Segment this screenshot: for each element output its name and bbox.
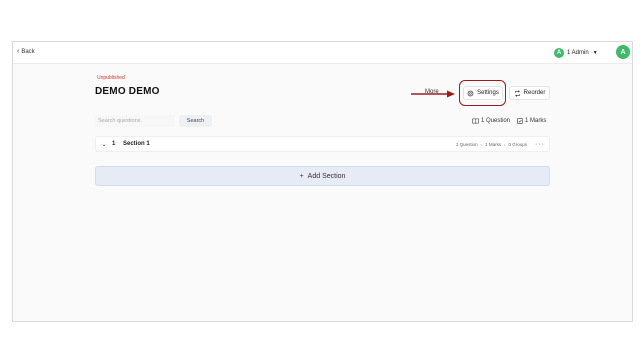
chevron-down-icon[interactable]: ⌄ <box>96 141 112 148</box>
annotation-arrow <box>411 90 455 98</box>
section-question-count: 1 Question <box>455 141 478 147</box>
avatar: A <box>554 48 564 58</box>
search-button[interactable]: Search <box>179 115 212 127</box>
question-count: 1 Question <box>472 118 510 124</box>
back-label: Back <box>21 48 35 55</box>
reorder-label: Reorder <box>523 90 546 96</box>
marks-count: 1 Marks <box>517 118 546 124</box>
back-link[interactable]: ‹ Back <box>17 48 35 55</box>
account-label: 1 Admin <box>567 50 589 56</box>
add-section-button[interactable]: + Add Section <box>95 166 550 186</box>
section-number: 1 <box>112 141 116 147</box>
reorder-icon <box>514 89 520 97</box>
page-title: DEMO DEMO <box>95 86 160 97</box>
more-options-icon[interactable]: ··· <box>531 141 549 148</box>
search-input[interactable] <box>95 115 175 127</box>
reorder-button[interactable]: Reorder <box>509 86 550 100</box>
account-switcher[interactable]: A 1 Admin ▼ <box>552 46 604 60</box>
test-stats: 1 Question 1 Marks <box>472 118 546 124</box>
section-meta: 1 Question • 1 Marks • 0 Groups <box>456 142 531 147</box>
separator-dot: • <box>504 141 506 147</box>
marks-count-label: 1 Marks <box>525 118 547 124</box>
section-groups: 0 Groups <box>508 141 527 147</box>
question-count-label: 1 Question <box>481 118 511 124</box>
chevron-left-icon: ‹ <box>17 48 20 55</box>
top-bar: ‹ Back A 1 Admin ▼ A <box>13 42 632 64</box>
app-window: ‹ Back A 1 Admin ▼ A Unpublished DEMO DE… <box>12 41 633 322</box>
section-marks: 1 Marks <box>485 141 502 147</box>
chevron-down-icon: ▼ <box>592 50 598 56</box>
profile-avatar[interactable]: A <box>616 45 630 59</box>
plus-icon: + <box>299 172 304 180</box>
status-badge: Unpublished <box>97 75 125 81</box>
settings-highlight-box <box>459 80 506 106</box>
separator-dot: • <box>480 141 483 147</box>
section-row[interactable]: ⌄ 1 Section 1 1 Question • 1 Marks • 0 G… <box>95 136 550 152</box>
section-name: Section 1 <box>123 141 150 147</box>
checkbox-icon <box>517 118 523 124</box>
add-section-label: Add Section <box>307 172 346 180</box>
book-icon <box>472 118 479 124</box>
